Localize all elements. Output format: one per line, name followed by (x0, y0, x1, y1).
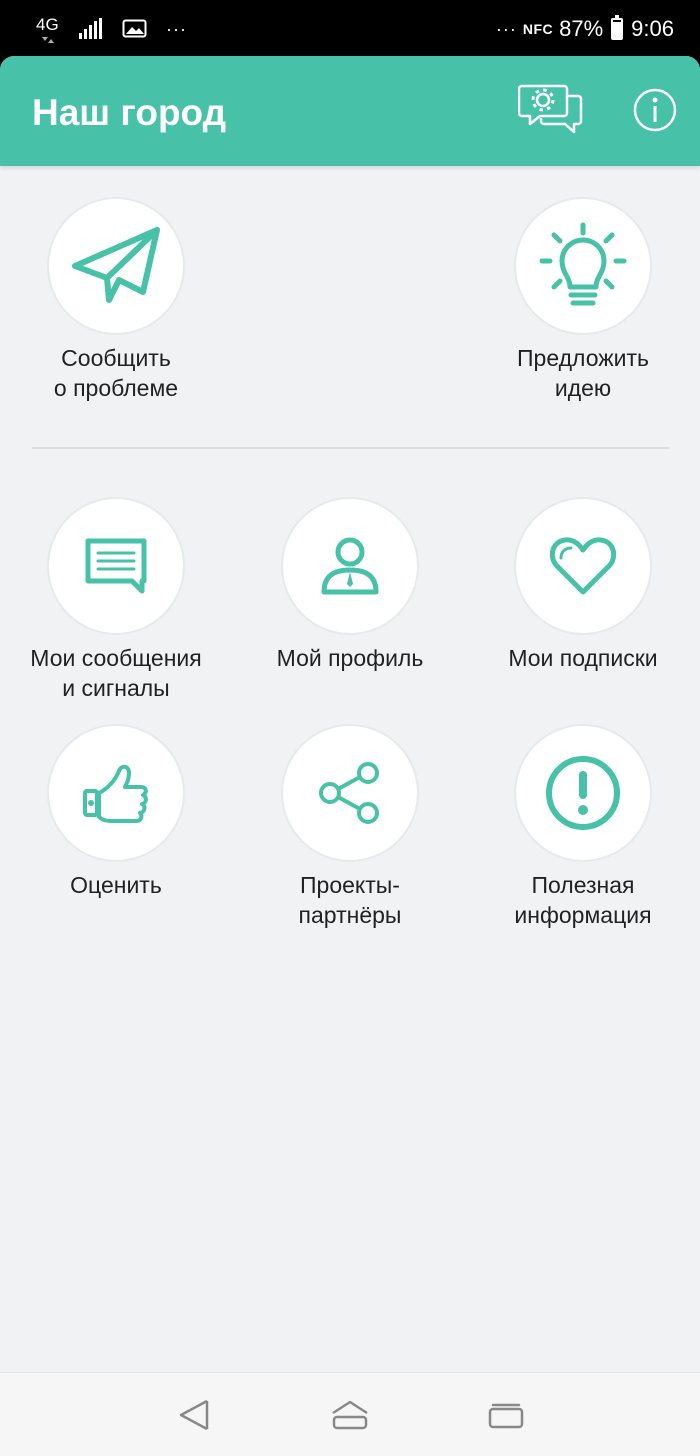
nfc-icon: NFC (522, 21, 554, 37)
my-subscriptions-tile[interactable]: Мои подписки (473, 497, 693, 673)
app-title: Наш город (32, 92, 227, 133)
partner-projects-tile[interactable]: Проекты- партнёры (240, 724, 460, 930)
my-messages-circle (47, 497, 185, 635)
system-nav-bar (0, 1372, 700, 1456)
my-profile-tile[interactable]: Мой профиль (240, 497, 460, 673)
back-icon (179, 1399, 209, 1431)
useful-info-circle (514, 724, 652, 862)
status-overflow: ··· (495, 18, 517, 39)
my-profile-label: Мой профиль (276, 645, 424, 671)
heart-icon (549, 537, 617, 595)
home-icon (332, 1400, 368, 1430)
suggest-idea-circle (514, 197, 652, 335)
suggest-idea-label: Предложить идею (517, 345, 649, 401)
useful-info-label: Полезная информация (514, 872, 652, 928)
section-divider (32, 447, 669, 449)
notification-overflow: ··· (166, 18, 187, 39)
app-screen: Наш город Сообщить о проблеме Предложить… (0, 56, 700, 1372)
image-icon (122, 19, 147, 38)
battery-percent: 87% (559, 16, 604, 41)
suggest-idea-tile[interactable]: Предложить идею (473, 197, 693, 403)
rate-label: Оценить (70, 872, 162, 898)
clock: 9:06 (631, 16, 674, 41)
status-bar: 4G ··· ··· NFC 87% 9:06 (0, 0, 700, 58)
share-icon (319, 762, 379, 824)
report-problem-circle (47, 197, 185, 335)
lightbulb-icon (539, 222, 627, 306)
4g-icon: 4G (36, 15, 60, 43)
user-icon (321, 537, 379, 595)
back-button[interactable] (172, 1395, 216, 1435)
rate-tile[interactable]: Оценить (6, 724, 226, 900)
my-subscriptions-label: Мои подписки (508, 645, 658, 671)
partner-projects-circle (281, 724, 419, 862)
rate-circle (47, 724, 185, 862)
home-button[interactable] (328, 1395, 372, 1435)
useful-info-tile[interactable]: Полезная информация (473, 724, 693, 930)
chat-settings-button[interactable] (518, 82, 584, 138)
my-messages-label: Мои сообщения и сигналы (30, 645, 202, 701)
my-profile-circle (281, 497, 419, 635)
chat-settings-icon (518, 84, 583, 134)
recents-button[interactable] (484, 1395, 528, 1435)
signal-icon (79, 18, 102, 39)
my-messages-tile[interactable]: Мои сообщения и сигналы (6, 497, 226, 703)
my-subscriptions-circle (514, 497, 652, 635)
info-icon (633, 88, 677, 132)
info-button[interactable] (622, 82, 688, 138)
recents-icon (488, 1403, 524, 1429)
report-problem-label: Сообщить о проблеме (53, 345, 179, 401)
battery-icon (611, 15, 624, 40)
thumbs-up-icon (83, 764, 148, 823)
report-problem-tile[interactable]: Сообщить о проблеме (6, 197, 226, 403)
app-bar: Наш город (0, 56, 700, 166)
message-icon (85, 538, 147, 594)
partner-projects-label: Проекты- партнёры (298, 872, 402, 928)
paper-plane-icon (72, 227, 160, 303)
exclamation-icon (546, 756, 620, 830)
battery-fill (613, 22, 622, 38)
